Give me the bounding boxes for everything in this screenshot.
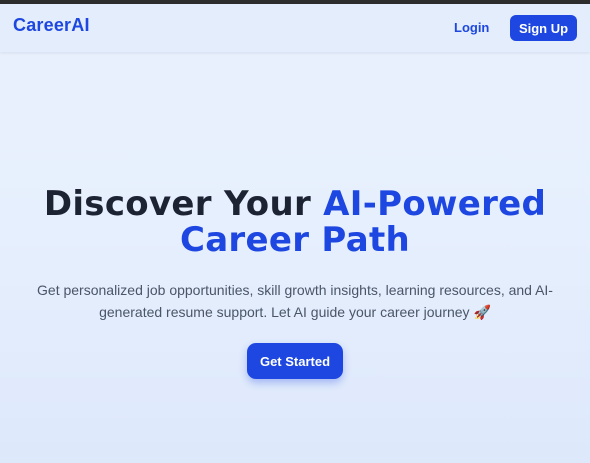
hero-title: Discover Your AI-Powered Career Path <box>0 186 590 258</box>
navbar: CareerAI Login Sign Up <box>0 4 590 52</box>
brand-logo[interactable]: CareerAI <box>13 15 90 36</box>
landing-page: CareerAI Login Sign Up Discover Your AI-… <box>0 0 590 463</box>
sign-up-button[interactable]: Sign Up <box>510 15 577 41</box>
hero-subtitle: Get personalized job opportunities, skil… <box>37 282 553 320</box>
hero-section: Discover Your AI-Powered Career Path Get… <box>0 186 590 323</box>
hero-title-main: Discover Your <box>43 184 324 224</box>
login-link[interactable]: Login <box>454 20 489 35</box>
get-started-button[interactable]: Get Started <box>247 343 343 379</box>
